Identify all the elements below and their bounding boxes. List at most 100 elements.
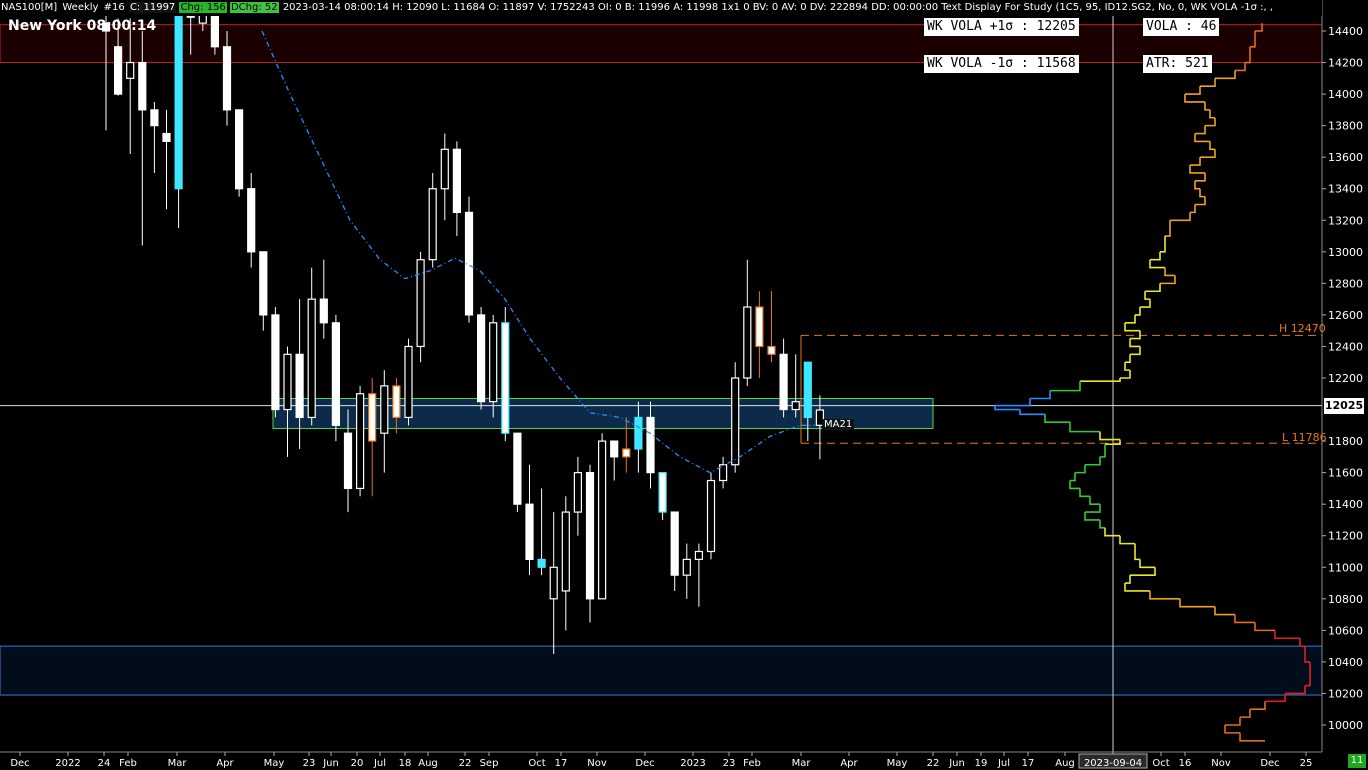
candle-body xyxy=(138,61,147,111)
candle-body xyxy=(658,472,667,513)
candle-body xyxy=(743,306,752,379)
volume-profile-segment xyxy=(1130,346,1141,356)
volume-profile-segment xyxy=(1019,409,1045,416)
candle-body xyxy=(537,558,546,568)
volume-profile-segment xyxy=(1240,709,1251,718)
x-tick-label: Apr xyxy=(216,758,234,769)
candle-body xyxy=(585,472,595,600)
candle-body xyxy=(791,401,800,411)
volume-profile-segment xyxy=(1194,133,1210,143)
candle-body xyxy=(113,46,123,95)
volume-profile-segment xyxy=(1200,78,1216,88)
x-tick-label: May xyxy=(887,758,908,769)
volume-profile-segment xyxy=(1205,117,1216,127)
candle-body xyxy=(380,385,389,434)
wk-vola-plus-box: WK VOLA +1σ : 12205 xyxy=(924,18,1079,36)
vola-box: VOLA : 46 xyxy=(1143,18,1220,36)
x-tick-label: 2023-09-04 xyxy=(1084,758,1142,769)
candle-body xyxy=(694,550,704,560)
volume-profile-segment xyxy=(1254,622,1275,632)
y-tick-label: 14200 xyxy=(1328,57,1363,70)
price-chart[interactable]: 14400 14200 14000 13800 13600 13400 13200 13000… xyxy=(0,0,1368,770)
candle-body xyxy=(404,345,413,419)
volume-profile-segment xyxy=(1135,307,1141,316)
candle-body xyxy=(452,148,461,213)
y-tick-label: 11600 xyxy=(1328,467,1363,480)
volume-profile-segment xyxy=(1134,543,1140,561)
volume-profile-segment xyxy=(1190,204,1196,214)
volume-profile-segment xyxy=(1299,638,1305,647)
candle-body xyxy=(610,440,619,458)
candle-body xyxy=(731,377,740,466)
candle-body xyxy=(271,314,280,411)
volume-profile-segment xyxy=(1100,444,1106,458)
candle-body xyxy=(634,416,643,450)
candle-body xyxy=(549,566,558,600)
x-tick-label: 2022 xyxy=(55,758,80,769)
symbol-label: NAS100[M] xyxy=(1,2,58,13)
close-value: C: 11997 xyxy=(128,2,177,13)
x-tick-label: Dec xyxy=(635,758,654,769)
volume-profile-segment xyxy=(1195,125,1206,135)
volume-profile-segment xyxy=(1030,390,1051,400)
volume-profile-segment xyxy=(1239,732,1265,742)
y-tick-label: 13600 xyxy=(1328,151,1363,164)
y-tick-label: 12200 xyxy=(1328,372,1363,385)
candle-body xyxy=(706,479,716,553)
volume-profile-segment xyxy=(1274,630,1300,640)
x-tick-label: 23 xyxy=(303,758,316,769)
volume-profile-segment xyxy=(1119,535,1135,545)
volume-profile-segment xyxy=(1145,283,1161,293)
x-tick-label: 23 xyxy=(723,758,736,769)
candle-body xyxy=(803,361,812,419)
volume-profile-segment xyxy=(1125,314,1136,324)
x-tick-label: Mar xyxy=(168,758,188,769)
x-tick-label: Nov xyxy=(587,758,607,769)
volume-profile-segment xyxy=(1199,188,1205,198)
x-tick-label: Jul xyxy=(997,758,1010,769)
x-tick-label: Jun xyxy=(948,758,965,769)
y-tick-label: 11200 xyxy=(1328,530,1363,543)
volume-profile-segment xyxy=(1164,267,1175,277)
volume-profile-segment xyxy=(1215,70,1236,80)
support-zone-blue xyxy=(0,645,1323,696)
candle-body xyxy=(343,432,353,490)
candle-body xyxy=(247,188,256,253)
candle-body xyxy=(501,322,510,434)
volume-profile-segment xyxy=(1069,480,1080,490)
x-tick-label: 20 xyxy=(351,758,364,769)
x-tick-label: 19 xyxy=(975,758,988,769)
volume-profile-segment xyxy=(1124,322,1140,332)
volume-profile-segment xyxy=(1150,251,1161,261)
y-tick-label: 13000 xyxy=(1328,246,1363,259)
volume-profile-segment xyxy=(1080,378,1121,382)
volume-profile-segment xyxy=(1189,165,1205,174)
candle-body xyxy=(440,148,449,190)
atr-box: ATR: 521 xyxy=(1143,55,1212,73)
candle-body xyxy=(646,416,655,474)
x-tick-label: Oct xyxy=(528,758,545,769)
x-tick-label: 22 xyxy=(927,758,940,769)
volume-profile-segment xyxy=(1214,606,1235,616)
high-line-label: H 12470 xyxy=(1279,322,1326,335)
timeframe-label: Weekly xyxy=(62,2,99,13)
chart-header-bar: NAS100[M] Weekly #16 C: 11997 Chg: 156 D… xyxy=(0,0,1322,16)
corner-badge: 11 xyxy=(1348,754,1366,768)
volume-profile-segment xyxy=(1050,381,1081,392)
candle-body xyxy=(150,109,159,127)
candle-body xyxy=(477,314,486,403)
y-tick-label: 11000 xyxy=(1328,561,1363,574)
volume-profile-segment xyxy=(1209,109,1215,119)
x-tick-label: 22 xyxy=(459,758,472,769)
volume-profile-segment xyxy=(995,398,1031,407)
volume-profile-segment xyxy=(1179,598,1215,608)
candle-body xyxy=(392,385,401,419)
x-tick-label: Feb xyxy=(119,758,137,769)
volume-profile-segment xyxy=(1099,431,1120,441)
candle-body xyxy=(319,298,328,324)
x-tick-label: Feb xyxy=(743,758,761,769)
wk-vola-minus-box: WK VOLA -1σ : 11568 xyxy=(924,55,1079,73)
volume-profile-segment xyxy=(1149,590,1180,600)
volume-profile-segment xyxy=(1195,196,1206,206)
y-tick-label: 10000 xyxy=(1328,719,1363,732)
